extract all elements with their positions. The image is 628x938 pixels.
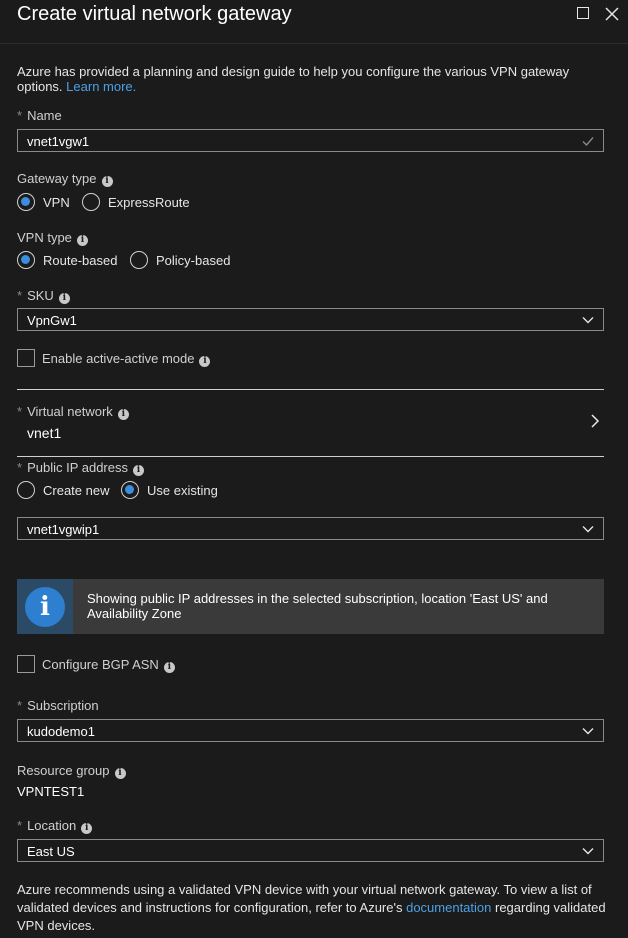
blade-header: Create virtual network gateway <box>0 0 628 44</box>
vpn-type-policy-based-radio[interactable] <box>130 251 148 269</box>
gateway-type-label: Gateway type i <box>17 171 113 187</box>
info-icon: i <box>114 768 126 779</box>
public-ip-select[interactable]: vnet1vgwip1 <box>17 517 604 540</box>
public-ip-create-new-radio[interactable] <box>17 481 35 499</box>
info-icon: i <box>199 356 211 367</box>
sku-label: * SKU i <box>17 288 70 304</box>
sku-select[interactable]: VpnGw1 <box>17 308 604 331</box>
gateway-type-expressroute-label: ExpressRoute <box>108 195 190 210</box>
gateway-type-expressroute-radio[interactable] <box>82 193 100 211</box>
info-icon: i <box>76 235 88 246</box>
info-icon: i <box>81 823 93 834</box>
chevron-down-icon <box>582 728 594 735</box>
close-icon <box>605 7 619 21</box>
info-icon: i <box>163 662 175 673</box>
public-ip-use-existing-radio[interactable] <box>121 481 139 499</box>
maximize-button[interactable] <box>575 5 593 23</box>
page-title: Create virtual network gateway <box>17 3 292 25</box>
chevron-down-icon <box>582 526 594 533</box>
resource-group-value: VPNTEST1 <box>17 784 85 799</box>
active-active-checkbox[interactable] <box>17 349 35 367</box>
chevron-down-icon <box>582 317 594 324</box>
info-icon: i <box>25 587 65 627</box>
vpn-type-route-based-label: Route-based <box>43 253 118 268</box>
active-active-label: Enable active-active mode i <box>42 351 211 367</box>
info-icon: i <box>101 176 113 187</box>
documentation-link[interactable]: documentation <box>406 900 491 915</box>
gateway-type-vpn-label: VPN <box>43 195 70 210</box>
vpn-type-label: VPN type i <box>17 230 88 246</box>
vpn-type-policy-based-label: Policy-based <box>156 253 231 268</box>
bgp-checkbox[interactable] <box>17 655 35 673</box>
public-ip-use-existing-label: Use existing <box>147 483 218 498</box>
gateway-type-vpn-radio[interactable] <box>17 193 35 211</box>
close-button[interactable] <box>603 5 621 23</box>
info-notice: i Showing public IP addresses in the sel… <box>17 579 604 634</box>
name-label: * Name <box>17 108 62 123</box>
learn-more-link[interactable]: Learn more. <box>66 79 136 94</box>
virtual-network-picker[interactable]: * Virtual network i vnet1 <box>17 392 604 456</box>
name-input[interactable]: vnet1vgw1 <box>17 129 604 152</box>
notice-text: Showing public IP addresses in the selec… <box>87 591 548 621</box>
divider <box>17 389 604 390</box>
info-icon: i <box>133 465 144 476</box>
checkmark-icon <box>582 137 594 147</box>
public-ip-label: * Public IP address i <box>17 460 144 476</box>
resource-group-label: Resource group i <box>17 763 126 779</box>
virtual-network-value: vnet1 <box>27 425 62 441</box>
virtual-network-label: * Virtual network i <box>17 404 129 420</box>
subscription-select[interactable]: kudodemo1 <box>17 719 604 742</box>
required-mark: * <box>17 108 23 123</box>
public-ip-create-new-label: Create new <box>43 483 110 498</box>
maximize-icon <box>577 7 589 19</box>
subscription-label: * Subscription <box>17 698 99 713</box>
footer-text: Azure recommends using a validated VPN d… <box>17 882 606 933</box>
chevron-right-icon <box>591 414 600 428</box>
chevron-down-icon <box>582 848 594 855</box>
info-icon: i <box>117 409 129 420</box>
location-select[interactable]: East US <box>17 839 604 862</box>
divider <box>17 456 604 457</box>
vpn-type-route-based-radio[interactable] <box>17 251 35 269</box>
location-label: * Location i <box>17 818 93 834</box>
intro-text: Azure has provided a planning and design… <box>17 64 570 94</box>
info-icon: i <box>58 293 70 304</box>
bgp-label: Configure BGP ASN i <box>42 657 175 673</box>
